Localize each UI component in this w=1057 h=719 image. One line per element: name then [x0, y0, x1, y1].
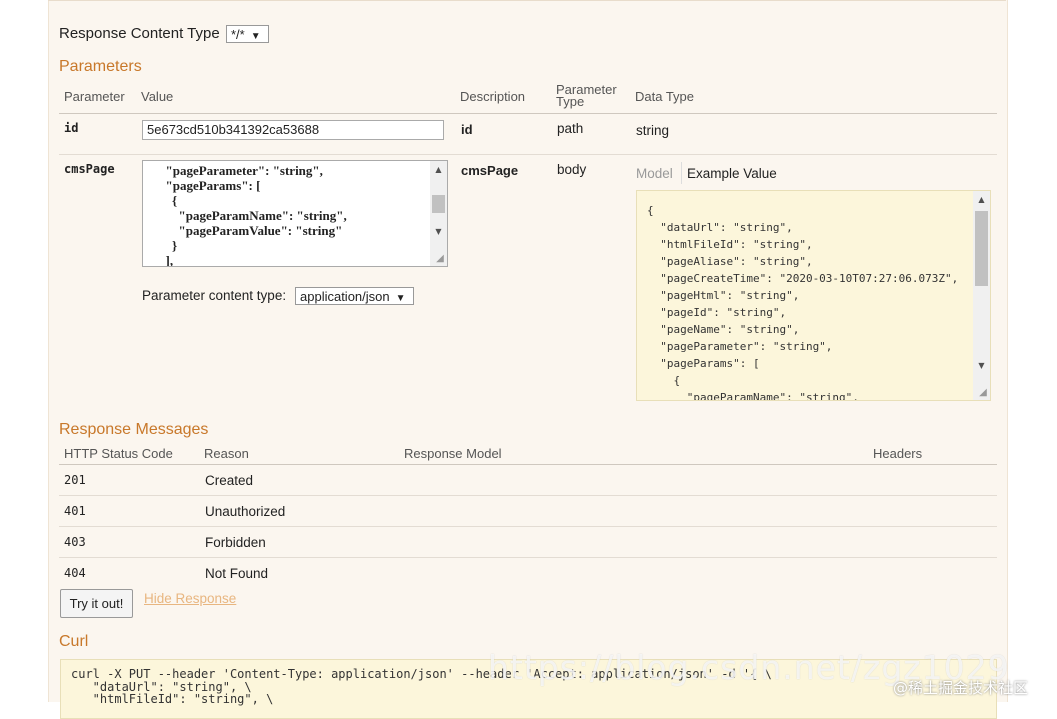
col-http-status: HTTP Status Code — [64, 446, 173, 461]
hide-response-link[interactable]: Hide Response — [144, 591, 236, 606]
dropdown-arrow-icon: ▼ — [395, 293, 406, 304]
try-it-out-button[interactable]: Try it out! — [60, 589, 133, 618]
param-content-type-select[interactable]: application/json ▼ — [295, 287, 414, 305]
param-cmspage-type: body — [557, 162, 587, 177]
tab-model[interactable]: Model — [636, 166, 673, 181]
param-id-input[interactable]: 5e673cd510b341392ca53688 — [142, 120, 444, 140]
col-data-type: Data Type — [635, 89, 695, 104]
example-scrollbar[interactable]: ▲ ▼ — [973, 191, 990, 400]
reason-404: Not Found — [205, 566, 269, 581]
response-content-type-value: */* — [231, 27, 245, 42]
status-code-403: 403 — [64, 535, 86, 549]
example-value-json: { "dataUrl": "string", "htmlFileId": "st… — [647, 204, 959, 401]
panel-top-border — [48, 0, 1006, 1]
scroll-up-icon[interactable]: ▲ — [430, 163, 447, 177]
scrollbar-thumb[interactable] — [432, 195, 445, 213]
response-row-divider — [59, 526, 997, 527]
reason-401: Unauthorized — [205, 504, 286, 519]
resize-handle-icon[interactable]: ◢ — [434, 253, 446, 265]
col-response-model: Response Model — [404, 446, 502, 461]
param-content-type-value: application/json — [300, 289, 390, 304]
scroll-down-icon[interactable]: ▼ — [430, 225, 447, 239]
response-messages-heading: Response Messages — [59, 421, 209, 438]
status-code-401: 401 — [64, 504, 86, 518]
status-code-404: 404 — [64, 566, 86, 580]
param-id-value: 5e673cd510b341392ca53688 — [147, 122, 320, 137]
response-content-type-select[interactable]: */* ▼ — [226, 25, 269, 43]
param-content-type-label: Parameter content type: — [142, 288, 287, 303]
param-cmspage-body: "pageParameter": "string", "pageParams":… — [165, 163, 347, 267]
parameters-heading: Parameters — [59, 58, 142, 75]
curl-heading: Curl — [59, 633, 89, 650]
col-headers: Headers — [873, 446, 923, 461]
parameters-header-divider — [59, 113, 997, 114]
param-id-type: path — [557, 121, 584, 136]
tab-example-value[interactable]: Example Value — [687, 166, 777, 181]
param-id-name: id — [64, 121, 79, 135]
scrollbar-thumb[interactable] — [975, 211, 988, 286]
response-row-divider — [59, 557, 997, 558]
tab-separator — [681, 162, 682, 184]
textarea-scrollbar[interactable]: ▲ ▼ — [430, 161, 447, 266]
param-row-divider — [59, 154, 997, 155]
response-content-type-label: Response Content Type — [59, 25, 220, 42]
reason-201: Created — [205, 473, 254, 488]
scroll-down-icon[interactable]: ▼ — [973, 359, 990, 373]
dropdown-arrow-icon: ▼ — [250, 31, 261, 42]
watermark-credit: @稀土掘金技术社区 — [893, 679, 1029, 697]
param-id-data-type: string — [636, 123, 670, 138]
reason-403: Forbidden — [205, 535, 266, 550]
response-row-divider — [59, 495, 997, 496]
resize-handle-icon[interactable]: ◢ — [977, 387, 989, 399]
col-description: Description — [460, 89, 526, 104]
param-cmspage-textarea[interactable]: "pageParameter": "string", "pageParams":… — [142, 160, 448, 267]
example-value-box[interactable]: { "dataUrl": "string", "htmlFileId": "st… — [636, 190, 991, 401]
responses-header-divider — [59, 464, 997, 465]
scroll-up-icon[interactable]: ▲ — [973, 193, 990, 207]
param-id-description: id — [461, 122, 473, 137]
param-cmspage-name: cmsPage — [64, 162, 115, 176]
col-reason: Reason — [204, 446, 249, 461]
status-code-201: 201 — [64, 473, 86, 487]
col-parameter: Parameter — [64, 89, 125, 104]
param-cmspage-description: cmsPage — [461, 163, 519, 178]
col-parameter-type-line2: Type — [556, 94, 585, 109]
col-parameter-type: Parameter Type — [556, 83, 617, 109]
col-value: Value — [141, 89, 174, 104]
